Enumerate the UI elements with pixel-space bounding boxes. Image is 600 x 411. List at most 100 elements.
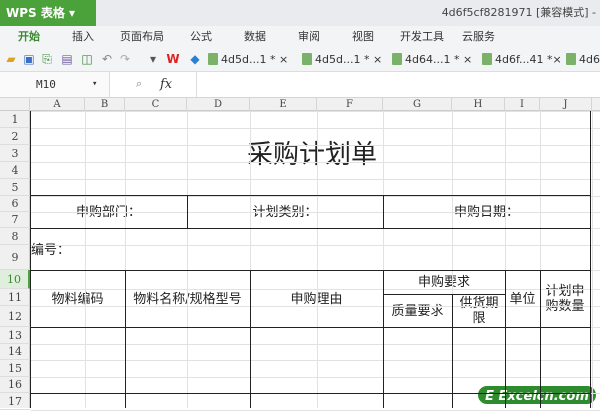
- row-header[interactable]: 2: [0, 128, 30, 145]
- gridline: [187, 111, 188, 408]
- header-supply-period: 供货期限: [459, 296, 499, 326]
- gridline: [317, 111, 318, 408]
- row-header[interactable]: 1: [0, 111, 30, 128]
- header-unit: 单位: [509, 291, 536, 307]
- tab-formulas[interactable]: 公式: [190, 26, 212, 48]
- border: [590, 111, 591, 408]
- doc-tab-label: 4d5d...1 * ×: [221, 53, 289, 66]
- cube-icon[interactable]: ◆: [188, 52, 202, 66]
- border: [30, 393, 590, 394]
- row-header[interactable]: 4: [0, 162, 30, 179]
- sheet-file-icon: [566, 53, 576, 65]
- border: [540, 270, 541, 408]
- doc-tab[interactable]: 4d64...1 * ×: [392, 52, 472, 68]
- title-bar: WPS 表格 ▾ 4d6f5cf8281971 [兼容模式] -: [0, 0, 600, 26]
- export-pdf-icon[interactable]: ⎘: [40, 52, 54, 66]
- undo-icon[interactable]: ↶: [100, 52, 114, 66]
- quick-toolbar: ▰ ▣ ⎘ ▤ ◫ ↶ ↷ ▾ W ◆ 4d5d...1 * × 4d5d...…: [0, 48, 600, 72]
- document-title: 4d6f5cf8281971 [兼容模式] -: [441, 6, 596, 19]
- border: [250, 270, 251, 408]
- row-header[interactable]: 6: [0, 196, 30, 212]
- gridline: [31, 145, 600, 146]
- column-header[interactable]: D: [187, 98, 250, 111]
- row-header[interactable]: 3: [0, 145, 30, 162]
- tab-view[interactable]: 视图: [352, 26, 374, 48]
- formula-bar: M10 ▾ ⌕ fx: [0, 72, 600, 98]
- app-menu-button[interactable]: WPS 表格 ▾: [0, 0, 96, 26]
- customize-dropdown-icon[interactable]: ▾: [146, 52, 160, 66]
- gridline: [592, 111, 593, 408]
- name-box[interactable]: M10 ▾: [0, 72, 110, 97]
- gridline: [31, 289, 600, 290]
- row-header[interactable]: 13: [0, 327, 30, 344]
- gridline: [31, 196, 600, 197]
- row-header[interactable]: 9: [0, 245, 30, 270]
- doc-tab[interactable]: 4d6: [566, 52, 600, 68]
- tab-cloud[interactable]: 云服务: [462, 26, 495, 48]
- doc-tab-label: 4d6: [579, 53, 600, 66]
- doc-tab[interactable]: 4d5d...1 * ×: [208, 52, 288, 68]
- formula-input[interactable]: [196, 72, 600, 97]
- header-requirements: 申购要求: [417, 275, 470, 290]
- border: [383, 294, 505, 295]
- border: [452, 294, 453, 408]
- gridline: [31, 245, 600, 246]
- gridline: [31, 360, 600, 361]
- doc-tab-label: 4d5d...1 * ×: [315, 53, 383, 66]
- wps-icon[interactable]: W: [166, 52, 180, 66]
- doc-tab-label: 4d6f...41 *×: [495, 53, 562, 66]
- tab-review[interactable]: 审阅: [298, 26, 320, 48]
- sheet-file-icon: [482, 53, 492, 65]
- row-header[interactable]: 12: [0, 306, 30, 327]
- row-headers: 1 2 3 4 5 6 7 8 9 10 11 12 13 14 15 16 17: [0, 111, 30, 410]
- border: [505, 270, 506, 408]
- column-header[interactable]: I: [505, 98, 540, 111]
- redo-icon[interactable]: ↷: [118, 52, 132, 66]
- column-header[interactable]: B: [85, 98, 125, 111]
- doc-tab[interactable]: 4d5d...1 * ×: [302, 52, 382, 68]
- row-header[interactable]: 15: [0, 360, 30, 377]
- row-header[interactable]: 8: [0, 228, 30, 245]
- column-header[interactable]: F: [317, 98, 383, 111]
- border: [30, 270, 590, 271]
- doc-tab-label: 4d64...1 * ×: [405, 53, 473, 66]
- open-icon[interactable]: ▰: [4, 52, 18, 66]
- column-header[interactable]: A: [30, 98, 85, 111]
- sheet-title: 采购计划单: [246, 139, 377, 170]
- column-header[interactable]: E: [250, 98, 317, 111]
- column-header[interactable]: H: [452, 98, 505, 111]
- column-header[interactable]: G: [383, 98, 452, 111]
- fx-icon[interactable]: fx: [160, 72, 172, 97]
- row-header[interactable]: 11: [0, 289, 30, 306]
- zoom-formula-icon[interactable]: ⌕: [136, 77, 142, 91]
- doc-tab[interactable]: 4d6f...41 *×: [482, 52, 562, 68]
- row-header[interactable]: 10: [0, 270, 30, 289]
- print-icon[interactable]: ▤: [60, 52, 74, 66]
- border: [30, 195, 590, 196]
- ribbon-tabs: 开始 插入 页面布局 公式 数据 审阅 视图 开发工具 云服务: [0, 26, 600, 48]
- gridline: [31, 128, 600, 129]
- border: [30, 327, 590, 328]
- row-header[interactable]: 7: [0, 212, 30, 228]
- border: [30, 111, 31, 408]
- tab-home[interactable]: 开始: [18, 26, 40, 48]
- row-header[interactable]: 5: [0, 179, 30, 196]
- select-all-corner[interactable]: [0, 98, 30, 111]
- border: [30, 228, 590, 229]
- row-header[interactable]: 16: [0, 377, 30, 393]
- row-header[interactable]: 17: [0, 393, 30, 410]
- tab-developer[interactable]: 开发工具: [400, 26, 444, 48]
- gridline: [31, 377, 600, 378]
- tab-insert[interactable]: 插入: [72, 26, 94, 48]
- border: [125, 270, 126, 408]
- tab-data[interactable]: 数据: [244, 26, 266, 48]
- tab-page-layout[interactable]: 页面布局: [120, 26, 164, 48]
- column-header[interactable]: C: [125, 98, 187, 111]
- header-quality: 质量要求: [391, 303, 444, 319]
- row-header[interactable]: 14: [0, 344, 30, 360]
- print-preview-icon[interactable]: ◫: [80, 52, 94, 66]
- gridline: [31, 179, 600, 180]
- save-icon[interactable]: ▣: [22, 52, 36, 66]
- column-header[interactable]: J: [540, 98, 592, 111]
- sheet-file-icon: [302, 53, 312, 65]
